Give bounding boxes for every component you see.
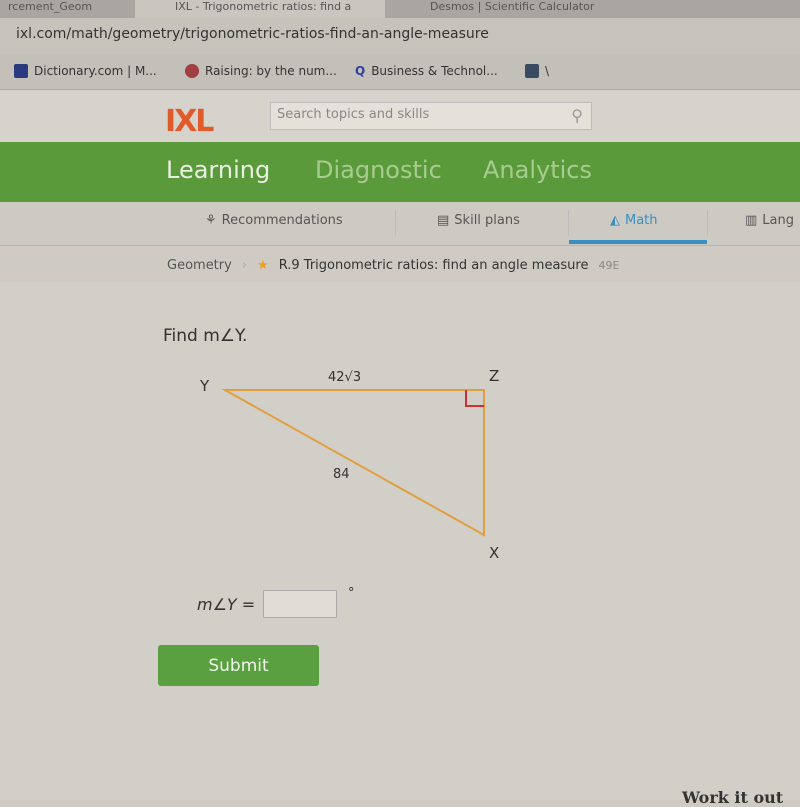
angle-answer-input[interactable] xyxy=(263,590,338,618)
vertex-y: Y xyxy=(199,377,210,395)
right-angle-mark xyxy=(465,390,484,407)
vertex-x: X xyxy=(489,544,499,562)
side-yx-label: 84 xyxy=(333,467,350,482)
triangle-diagram: Y Z X 42√3 84 xyxy=(199,367,499,562)
submit-button[interactable]: Submit xyxy=(158,645,319,686)
answer-label: m∠Y = xyxy=(197,594,256,614)
work-it-out-heading: Work it out xyxy=(682,788,784,807)
degree-symbol: ° xyxy=(348,586,355,601)
answer-row: m∠Y = xyxy=(197,590,338,618)
triangle xyxy=(221,389,485,537)
vertex-z: Z xyxy=(489,367,499,385)
side-yz-label: 42√3 xyxy=(328,370,361,385)
